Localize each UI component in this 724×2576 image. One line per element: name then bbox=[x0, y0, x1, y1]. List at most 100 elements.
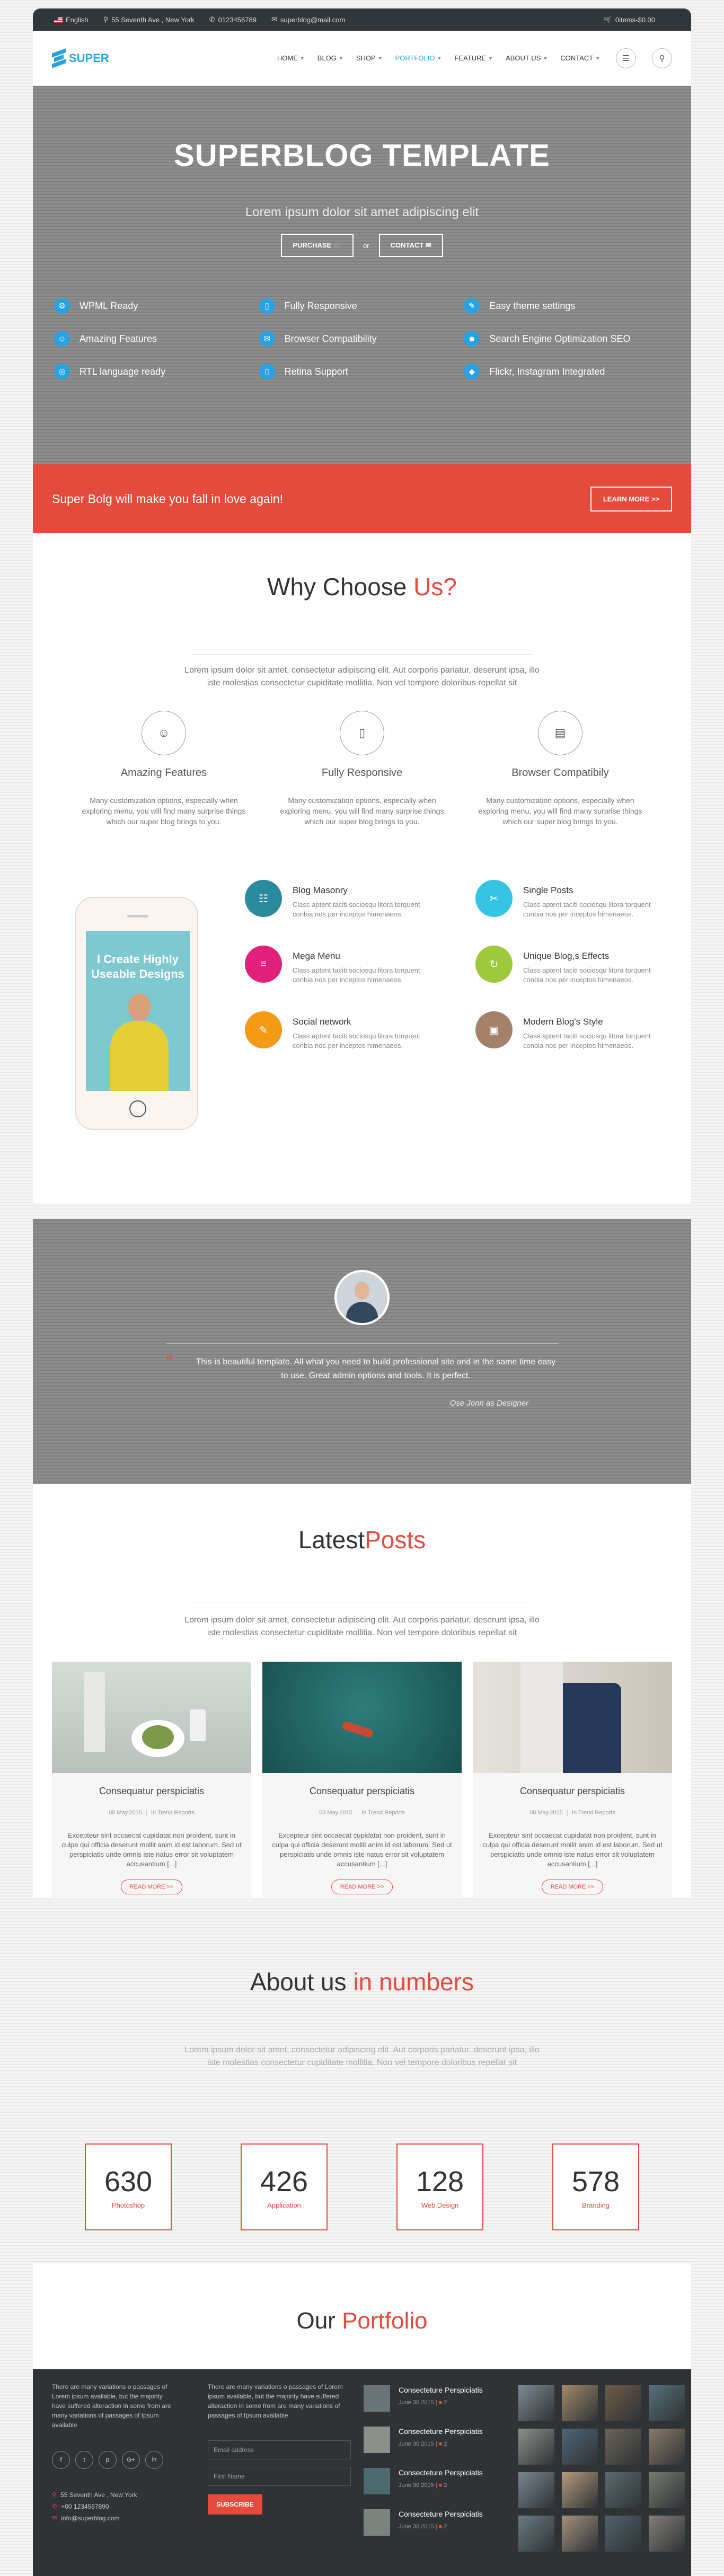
post-title[interactable]: Consequatur perspiciatis bbox=[52, 1786, 251, 1797]
search-button[interactable]: ⚲ bbox=[652, 48, 672, 68]
service-item: ✂ Single Posts Class aptent taciti sociosq… bbox=[475, 880, 669, 919]
gallery-thumbnail[interactable] bbox=[518, 2429, 554, 2465]
recent-post[interactable]: Consecteture Perspiciatis June 30 2015 | … bbox=[364, 2385, 501, 2412]
pencil-icon: ✎ bbox=[245, 1011, 282, 1048]
gallery-thumbnail[interactable] bbox=[605, 2385, 641, 2421]
learn-more-button[interactable]: LEARN MORE >> bbox=[590, 486, 672, 511]
recent-post-date: June 30 2015 bbox=[399, 2441, 434, 2447]
or-label: or bbox=[363, 241, 369, 250]
post-image[interactable] bbox=[473, 1662, 672, 1773]
footer-phone: ✆ +00 1234567890 bbox=[52, 2502, 174, 2511]
nav-item-label: CONTACT bbox=[560, 54, 594, 62]
portfolio-section: Our Portfolio bbox=[33, 2263, 691, 2369]
post-date: 08.May.2015 bbox=[529, 1810, 563, 1816]
newsletter-email-input[interactable]: Email address bbox=[208, 2440, 351, 2459]
recent-post[interactable]: Consecteture Perspiciatis June 30 2015 | … bbox=[364, 2468, 501, 2494]
feature-card-text: Many customization options, especially w… bbox=[280, 796, 444, 826]
post-category[interactable]: In Trend Reports bbox=[361, 1810, 405, 1816]
hero-feature-label: Easy theme settings bbox=[489, 300, 576, 311]
post-title[interactable]: Consequatur perspiciatis bbox=[473, 1786, 672, 1797]
post-image[interactable] bbox=[262, 1662, 462, 1773]
recent-post[interactable]: Consecteture Perspiciatis June 30 2015 | … bbox=[364, 2509, 501, 2536]
footer-email-text: info@superblog.com bbox=[61, 2515, 120, 2522]
service-text: Class aptent taciti sociosqu litora torq… bbox=[293, 901, 420, 918]
post-card: Consequatur perspiciatis 08.May.2015 In Tr… bbox=[473, 1662, 672, 1899]
email-info[interactable]: ✉ superblog@mail.com bbox=[271, 15, 345, 24]
gallery-thumbnail[interactable] bbox=[518, 2385, 554, 2421]
gallery-thumbnail[interactable] bbox=[649, 2472, 685, 2508]
purchase-button[interactable]: PURCHASE 🛒 bbox=[281, 234, 354, 257]
language-selector[interactable]: English bbox=[54, 16, 89, 24]
stat-value: 630 bbox=[104, 2165, 153, 2198]
service-title: Mega Menu bbox=[293, 951, 340, 961]
gallery-thumbnail[interactable] bbox=[605, 2516, 641, 2552]
feature-card: ▯ Fully Responsive Many customization opti… bbox=[277, 711, 447, 827]
post-title[interactable]: Consequatur perspiciatis bbox=[262, 1786, 462, 1797]
facebook-icon[interactable]: f bbox=[52, 2451, 70, 2469]
phone-mockup: I Create Highly Useable Designs bbox=[75, 897, 198, 1130]
nav-item-portfolio[interactable]: PORTFOLIO ▼ bbox=[395, 54, 442, 62]
post-date: 08.May.2015 bbox=[109, 1810, 142, 1816]
divider bbox=[192, 654, 532, 655]
gallery-thumbnail[interactable] bbox=[605, 2472, 641, 2508]
gallery-thumbnail[interactable] bbox=[562, 2472, 598, 2508]
recent-post-date: June 30 2015 bbox=[399, 2399, 434, 2406]
nav-item-about-us[interactable]: ABOUT US ▼ bbox=[506, 54, 548, 62]
why-title: Why Choose Us? bbox=[33, 572, 691, 601]
read-more-button[interactable]: READ MORE >> bbox=[120, 1880, 183, 1894]
gallery-thumbnail[interactable] bbox=[562, 2385, 598, 2421]
hero-feature-label: Search Engine Optimization SEO bbox=[489, 333, 631, 344]
cart-button[interactable]: ☰ bbox=[616, 48, 636, 68]
recent-post-date: June 30 2015 bbox=[399, 2524, 434, 2530]
site-logo[interactable]: SUPER bbox=[52, 48, 109, 68]
chevron-down-icon: ▼ bbox=[595, 55, 600, 61]
comment-icon: ■ bbox=[438, 2441, 444, 2447]
gallery-thumbnail[interactable] bbox=[562, 2516, 598, 2552]
read-more-button[interactable]: READ MORE >> bbox=[331, 1880, 393, 1894]
gallery-thumbnail[interactable] bbox=[649, 2516, 685, 2552]
nav-item-shop[interactable]: SHOP ▼ bbox=[356, 54, 383, 62]
recent-post-thumbnail bbox=[364, 2427, 390, 2453]
gallery-thumbnail[interactable] bbox=[605, 2429, 641, 2465]
google-plus-icon[interactable]: G+ bbox=[122, 2451, 140, 2469]
chevron-down-icon: ▼ bbox=[338, 55, 343, 61]
footer-email[interactable]: ✉ info@superblog.com bbox=[52, 2513, 174, 2523]
chevron-down-icon: ▼ bbox=[299, 55, 305, 61]
subscribe-button[interactable]: SUBSCRIBE bbox=[208, 2494, 262, 2515]
mobile-icon: ▯ bbox=[259, 364, 275, 380]
menu-icon: ≡ bbox=[245, 946, 282, 983]
hero-feature: ◆ Flickr, Instagram Integrated bbox=[464, 364, 669, 380]
nav-item-contact[interactable]: CONTACT ▼ bbox=[560, 54, 600, 62]
service-title: Modern Blog's Style bbox=[523, 1017, 603, 1027]
gallery-thumbnail[interactable] bbox=[562, 2429, 598, 2465]
newsletter-name-input[interactable]: First Name bbox=[208, 2467, 351, 2486]
globe-icon: ◎ bbox=[54, 364, 70, 380]
service-text: Class aptent taciti sociosqu litora torq… bbox=[523, 901, 651, 918]
wpml-icon: ⚙ bbox=[54, 298, 70, 314]
bag-icon: ▣ bbox=[475, 1011, 513, 1048]
read-more-button[interactable]: READ MORE >> bbox=[541, 1880, 604, 1894]
recent-post[interactable]: Consecteture Perspiciatis June 30 2015 | … bbox=[364, 2427, 501, 2453]
gallery-thumbnail[interactable] bbox=[518, 2516, 554, 2552]
hero-feature-label: WPML Ready bbox=[80, 300, 138, 311]
hero-feature-label: Fully Responsive bbox=[284, 300, 357, 311]
post-category[interactable]: In Trend Reports bbox=[572, 1810, 615, 1816]
feature-card-text: Many customization options, especially w… bbox=[82, 796, 246, 826]
post-image[interactable] bbox=[52, 1662, 251, 1773]
cart-summary[interactable]: 🛒 0items-$0.00 bbox=[604, 15, 655, 24]
post-category[interactable]: In Trend Reports bbox=[151, 1810, 195, 1816]
mail-icon: ✉ bbox=[271, 15, 277, 23]
phone-screen: I Create Highly Useable Designs bbox=[86, 931, 190, 1091]
linkedin-icon[interactable]: in bbox=[145, 2451, 163, 2469]
gallery-thumbnail[interactable] bbox=[649, 2429, 685, 2465]
pinterest-icon[interactable]: p bbox=[99, 2451, 117, 2469]
twitter-icon[interactable]: t bbox=[75, 2451, 93, 2469]
contact-button[interactable]: CONTACT ✉ bbox=[378, 234, 443, 257]
nav-item-blog[interactable]: BLOG ▼ bbox=[317, 54, 343, 62]
portfolio-title-plain: Our bbox=[296, 2308, 335, 2334]
gallery-thumbnail[interactable] bbox=[649, 2385, 685, 2421]
gallery-thumbnail[interactable] bbox=[518, 2472, 554, 2508]
nav-item-feature[interactable]: FEATURE ▼ bbox=[454, 54, 493, 62]
recent-post-thumbnail bbox=[364, 2385, 390, 2412]
nav-item-home[interactable]: HOME ▼ bbox=[277, 54, 305, 62]
